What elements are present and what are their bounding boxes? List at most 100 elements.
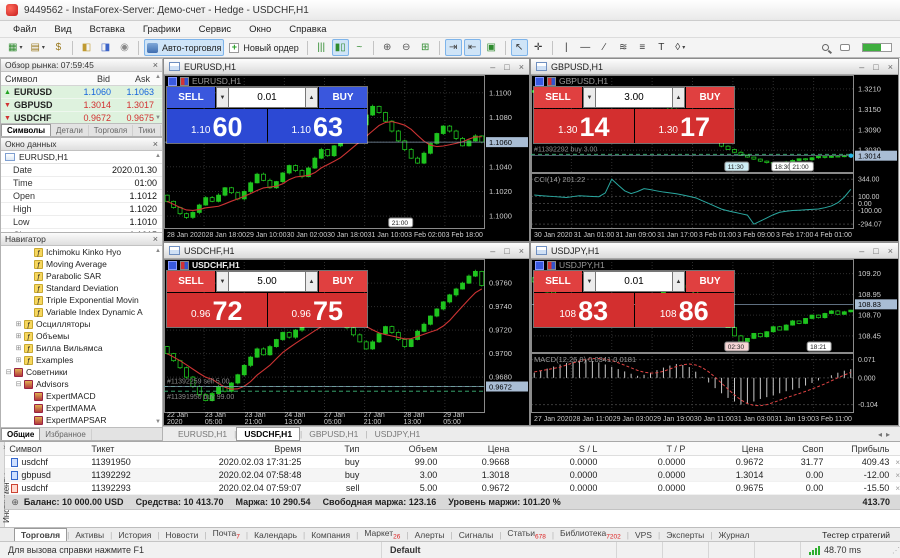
sell-button[interactable]: SELL <box>534 87 582 108</box>
market-watch-icon[interactable]: ◧ <box>78 39 95 56</box>
toolbox-tab-календарь[interactable]: Календарь <box>248 529 303 541</box>
chart-window-titlebar[interactable]: USDJPY,H1–□× <box>531 243 898 259</box>
trade-row[interactable]: gbpusd113922922020.02.04 07:58:48buy3.00… <box>5 469 900 482</box>
chat-icon[interactable] <box>836 39 853 56</box>
chart-tab-gbpusd[interactable]: GBPUSD,H1 <box>302 428 365 440</box>
buy-button[interactable]: BUY <box>686 87 734 108</box>
strategy-tester-label[interactable]: Тестер стратегий <box>822 530 900 540</box>
vline-icon[interactable]: | <box>558 39 575 56</box>
chart-tab-usdchf[interactable]: USDCHF,H1 <box>236 427 300 441</box>
chart-window-usdjpy[interactable]: USDJPY,H1–□×109.20108.95108.70108.45108.… <box>530 242 899 426</box>
navigator-tab-1[interactable]: Общие <box>1 428 40 440</box>
navigator-item[interactable]: ƒTriple Exponential Movin <box>1 294 162 306</box>
chart-canvas[interactable]: 0.97600.97400.97200.97000.9680#11392259 … <box>164 259 529 425</box>
text-icon[interactable]: T <box>653 39 670 56</box>
volume-stepper[interactable]: ▼5.00▲ <box>216 271 318 292</box>
market-watch-row-eurusd[interactable]: ▲EURUSD1.10601.1063 <box>1 86 162 99</box>
one-click-trading-icon[interactable] <box>168 77 177 86</box>
buy-price[interactable]: 10886 <box>635 293 735 327</box>
trade-column-9[interactable]: Цена <box>689 444 767 454</box>
fibo-icon[interactable]: ≋ <box>615 39 632 56</box>
menu-item-окно[interactable]: Окно <box>240 23 280 36</box>
trade-column-4[interactable]: Тип <box>305 444 363 454</box>
market-watch-tab-2[interactable]: Детали <box>51 125 89 136</box>
volume-down-icon[interactable]: ▼ <box>583 87 596 108</box>
trade-column-7[interactable]: S / L <box>513 444 601 454</box>
toolbox-tab-история[interactable]: История <box>112 529 157 541</box>
volume-stepper[interactable]: ▼3.00▲ <box>583 87 685 108</box>
depth-of-market-icon[interactable] <box>180 261 189 270</box>
scroll-down-icon[interactable]: ▼ <box>155 419 161 425</box>
buy-price[interactable]: 1.3017 <box>635 109 735 143</box>
market-watch-tab-4[interactable]: Тики <box>133 125 161 136</box>
menu-item-графики[interactable]: Графики <box>134 23 190 36</box>
sell-price[interactable]: 10883 <box>534 293 634 327</box>
toolbox-tab-эксперты[interactable]: Эксперты <box>660 529 710 541</box>
minimize-icon[interactable]: – <box>859 246 864 256</box>
crosshair-icon[interactable]: ✛ <box>530 39 547 56</box>
scroll-down-icon[interactable]: ▼ <box>155 115 161 121</box>
expand-icon[interactable]: ⊕ <box>11 497 19 508</box>
navigator-tab-2[interactable]: Избранное <box>40 429 92 440</box>
buy-price[interactable]: 1.1063 <box>268 109 368 143</box>
toolbox-tab-новости[interactable]: Новости <box>160 529 205 541</box>
scroll-up-icon[interactable]: ▲ <box>155 74 161 80</box>
trade-column-2[interactable]: Тикет <box>87 444 165 454</box>
navigator-item[interactable]: ⊞ƒОбъемы <box>1 330 162 342</box>
maximize-icon[interactable]: □ <box>873 246 878 256</box>
close-icon[interactable]: × <box>519 246 524 256</box>
navigator-item[interactable]: ƒMoving Average <box>1 258 162 270</box>
navigator-item[interactable]: ƒIchimoku Kinko Hyo <box>1 246 162 258</box>
close-icon[interactable]: × <box>153 60 158 70</box>
tab-scroll-arrows[interactable]: ◂▸ <box>878 430 900 439</box>
bar-chart-icon[interactable]: ||| <box>313 39 330 56</box>
one-click-trading-icon[interactable] <box>535 261 544 270</box>
close-position-icon[interactable]: × <box>895 484 900 493</box>
sell-button[interactable]: SELL <box>167 87 215 108</box>
navigator-item[interactable]: ⊞ƒExamples <box>1 354 162 366</box>
arrange-icon[interactable]: ▣ <box>483 39 500 56</box>
navigator-item[interactable]: ƒVariable Index Dynamic A <box>1 306 162 318</box>
candle-chart-icon[interactable]: ▮▯ <box>332 39 349 56</box>
tile-windows-icon[interactable]: ⊞ <box>417 39 434 56</box>
sell-price[interactable]: 0.9672 <box>167 293 267 327</box>
maximize-icon[interactable]: □ <box>504 62 509 72</box>
trade-column-8[interactable]: T / P <box>601 444 689 454</box>
toolbox-tab-vps[interactable]: VPS <box>629 529 658 541</box>
trade-column-11[interactable]: Прибыль <box>827 444 893 454</box>
trade-row[interactable]: usdchf113919502020.02.03 17:31:25buy99.0… <box>5 456 900 469</box>
navigator-item[interactable]: ExpertMACD <box>1 390 162 402</box>
menu-item-справка[interactable]: Справка <box>280 23 335 36</box>
zoom-out-icon[interactable]: ⊖ <box>398 39 415 56</box>
maximize-icon[interactable]: □ <box>873 62 878 72</box>
new-order-button[interactable]: +Новый ордер <box>226 39 301 56</box>
cursor-icon[interactable]: ↖ <box>511 39 528 56</box>
chart-window-titlebar[interactable]: USDCHF,H1–□× <box>164 243 529 259</box>
scroll-up-icon[interactable]: ▲ <box>155 248 161 254</box>
menu-item-вид[interactable]: Вид <box>45 23 80 36</box>
buy-button[interactable]: BUY <box>319 271 367 292</box>
market-watch-row-gbpusd[interactable]: ▼GBPUSD1.30141.3017 <box>1 99 162 112</box>
chart-window-titlebar[interactable]: EURUSD,H1–□× <box>164 59 529 75</box>
column-header-bid[interactable]: Bid <box>71 74 114 84</box>
trade-column-3[interactable]: Время <box>165 444 305 454</box>
symbols-icon[interactable]: $ <box>50 39 67 56</box>
sell-button[interactable]: SELL <box>167 271 215 292</box>
volume-up-icon[interactable]: ▲ <box>305 87 318 108</box>
chart-canvas[interactable]: 1.32101.31501.30901.3030#11392292 buy 3.… <box>531 75 898 241</box>
depth-of-market-icon[interactable] <box>180 77 189 86</box>
chart-shift-icon[interactable]: ⇤ <box>464 39 481 56</box>
trade-column-1[interactable]: Символ <box>5 444 87 454</box>
navigator-item[interactable]: ƒStandard Deviation <box>1 282 162 294</box>
zoom-in-icon[interactable]: ⊕ <box>379 39 396 56</box>
sell-price[interactable]: 1.1060 <box>167 109 267 143</box>
volume-stepper[interactable]: ▼0.01▲ <box>216 87 318 108</box>
resize-grip[interactable]: ⋰ <box>892 546 900 555</box>
sell-button[interactable]: SELL <box>534 271 582 292</box>
trade-column-5[interactable]: Объем <box>363 444 441 454</box>
autotrade-button[interactable]: Авто-торговля <box>144 39 224 56</box>
volume-down-icon[interactable]: ▼ <box>216 87 229 108</box>
close-icon[interactable]: × <box>153 234 158 244</box>
chart-tab-eurusd[interactable]: EURUSD,H1 <box>171 428 234 440</box>
chart-window-gbpusd[interactable]: GBPUSD,H1–□×1.32101.31501.30901.3030#113… <box>530 58 899 242</box>
